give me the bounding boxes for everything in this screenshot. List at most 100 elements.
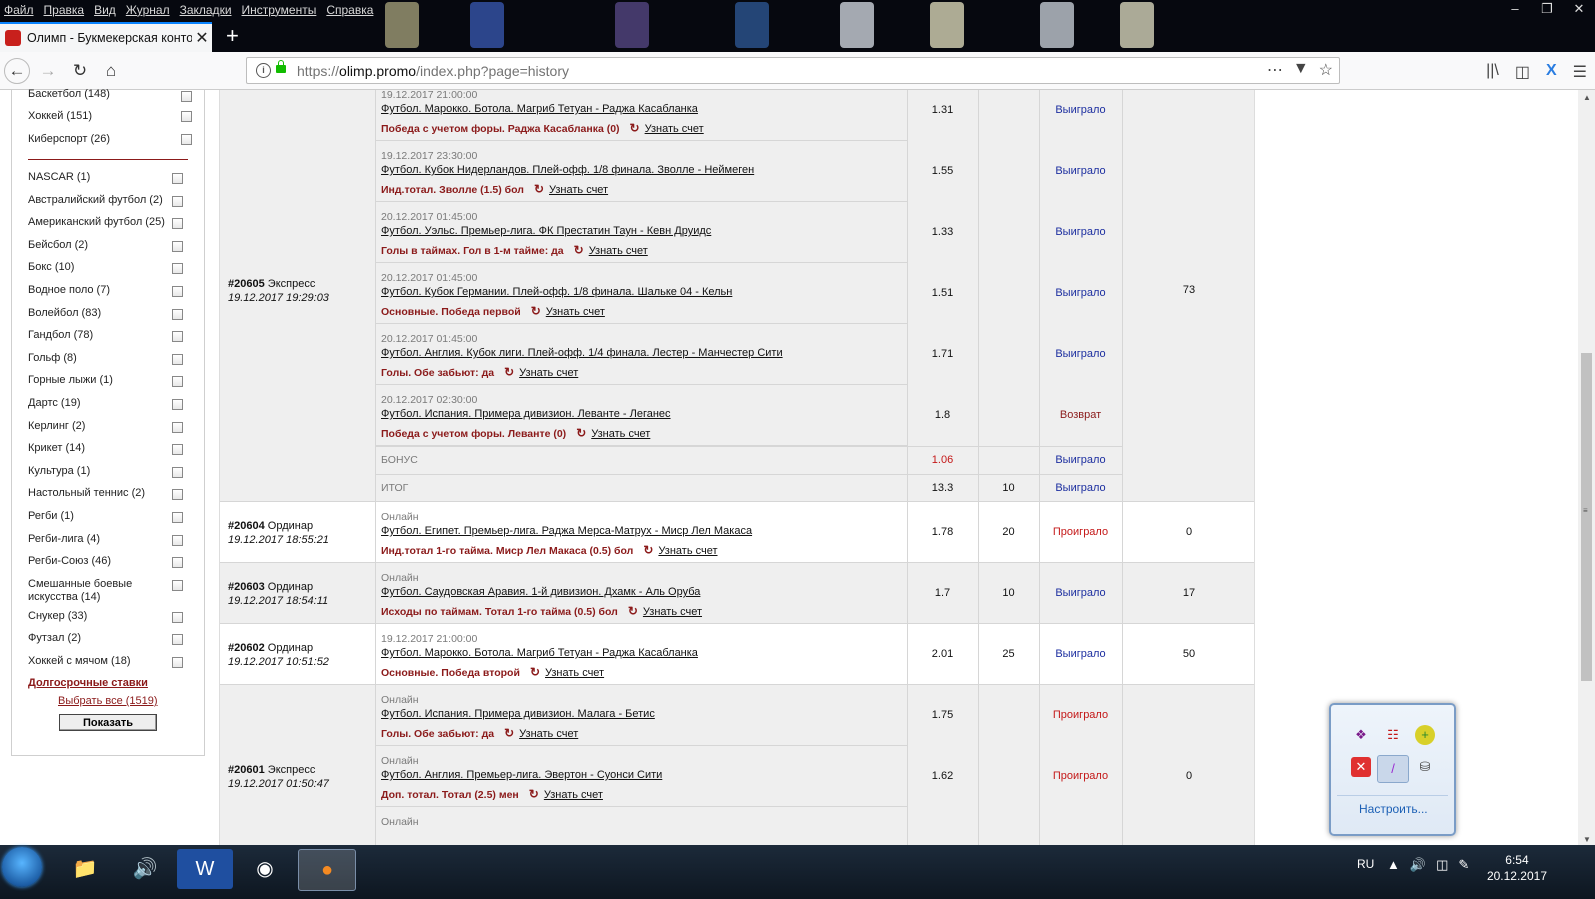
sport-filter-item[interactable]: Регби (1) [28,510,198,523]
close-window-icon[interactable]: ✕ [1563,0,1595,18]
menu-history[interactable]: Журнал [122,0,176,20]
menu-file[interactable]: Файл [0,0,40,20]
sport-checkbox[interactable] [172,444,183,456]
antivirus-tray-icon[interactable]: ✕ [1351,757,1371,777]
word-app-icon[interactable]: W [177,849,233,889]
pen-tray-icon[interactable]: / [1377,755,1409,783]
menu-bookmarks[interactable]: Закладки [176,0,238,20]
get-score-link[interactable]: ↻ Узнать счет [529,787,603,801]
sport-filter-item[interactable]: Баскетбол (148) [28,88,198,102]
long-term-bets-link[interactable]: Долгосрочные ставки [28,677,148,689]
menu-help[interactable]: Справка [322,0,379,20]
network-icon[interactable]: ◫ [1436,857,1448,873]
event-title-link[interactable]: Футбол. Марокко. Ботола. Магриб Тетуан -… [381,647,698,659]
sport-filter-item[interactable]: Волейбол (83) [28,307,198,320]
sport-checkbox[interactable] [172,557,183,569]
sidebar-toggle-icon[interactable]: ◫ [1515,62,1530,82]
sport-checkbox[interactable] [172,195,183,207]
sport-checkbox[interactable] [172,376,183,388]
sport-checkbox[interactable] [172,611,183,623]
back-arrow-icon[interactable]: ← [4,58,30,84]
forward-arrow-icon[interactable]: → [35,58,61,84]
event-title-link[interactable]: Футбол. Уэльс. Премьер-лига. ФК Престати… [381,225,711,237]
get-score-link[interactable]: ↻ Узнать счет [630,121,704,135]
sport-filter-item[interactable]: Керлинг (2) [28,420,198,433]
show-button[interactable]: Показать [59,714,157,731]
sport-filter-item[interactable]: Смешанные боевые искусства (14) [28,578,183,604]
get-score-link[interactable]: ↻ Узнать счет [530,665,604,679]
extension-x-icon[interactable]: X [1546,62,1557,82]
sport-checkbox[interactable] [172,286,183,297]
sport-checkbox[interactable] [172,512,183,523]
event-title-link[interactable]: Футбол. Испания. Примера дивизион. Малаг… [381,708,655,720]
sport-filter-item[interactable]: Водное поло (7) [28,284,198,297]
pocket-icon[interactable]: ▼ [1293,60,1309,80]
sport-filter-item[interactable]: Культура (1) [28,465,198,478]
sport-checkbox[interactable] [172,173,183,184]
bookmark-star-icon[interactable]: ☆ [1319,60,1333,80]
sport-filter-item[interactable]: Австралийский футбол (2) [28,194,198,207]
scroll-down-icon[interactable]: ▼ [1583,835,1591,844]
url-text[interactable]: https://olimp.promo/index.php?page=histo… [297,63,569,79]
event-title-link[interactable]: Футбол. Испания. Примера дивизион. Леван… [381,408,671,420]
tab-close-icon[interactable]: ✕ [192,28,212,48]
show-hidden-icons-icon[interactable]: ▲ [1387,857,1400,873]
restore-icon[interactable]: ❐ [1531,0,1563,18]
minimize-icon[interactable]: – [1499,0,1531,18]
sport-filter-item[interactable]: Бейсбол (2) [28,239,198,252]
page-actions-icon[interactable]: ⋯ [1267,60,1283,80]
address-bar[interactable]: i https://olimp.promo/index.php?page=his… [246,57,1340,84]
sport-filter-item[interactable]: Бокс (10) [28,261,198,275]
explorer-app-icon[interactable]: 📁 [57,849,113,889]
language-indicator[interactable]: RU [1357,857,1374,871]
scrollbar-thumb[interactable] [1581,353,1592,681]
app-tray-icon[interactable]: ❖ [1351,725,1371,745]
sport-filter-item[interactable]: Хоккей (151) [28,110,198,123]
device-tray-icon[interactable]: ⛁ [1415,757,1435,777]
sport-filter-item[interactable]: Снукер (33) [28,610,198,623]
sport-checkbox[interactable] [172,579,183,591]
network-tray-icon[interactable]: ☷ [1383,725,1403,745]
start-button[interactable] [2,847,42,887]
sport-filter-item[interactable]: Американский футбол (25) [28,216,198,230]
configure-link[interactable]: Настроить... [1359,802,1428,816]
volume-icon[interactable]: 🔊 [1410,857,1426,873]
sport-checkbox[interactable] [172,240,183,252]
sport-filter-item[interactable]: Хоккей с мячом (18) [28,655,198,668]
sport-filter-item[interactable]: Гандбол (78) [28,329,198,343]
sport-checkbox[interactable] [181,91,192,102]
sport-checkbox[interactable] [172,534,183,546]
sport-filter-item[interactable]: Регби-лига (4) [28,533,198,546]
sport-checkbox[interactable] [172,466,183,478]
event-title-link[interactable]: Футбол. Англия. Кубок лиги. Плей-офф. 1/… [381,347,783,359]
sport-checkbox[interactable] [172,399,183,410]
sport-checkbox[interactable] [181,111,192,122]
event-title-link[interactable]: Футбол. Саудовская Аравия. 1-й дивизион.… [381,586,700,598]
get-score-link[interactable]: ↻ Узнать счет [534,182,608,196]
library-icon[interactable]: ||\ [1486,62,1499,82]
sport-filter-item[interactable]: Настольный теннис (2) [28,487,198,501]
sport-checkbox[interactable] [172,421,183,433]
scroll-up-icon[interactable]: ▲ [1583,93,1591,102]
event-title-link[interactable]: Футбол. Кубок Нидерландов. Плей-офф. 1/8… [381,164,754,176]
hamburger-menu-icon[interactable]: ☰ [1573,62,1587,82]
get-score-link[interactable]: ↻ Узнать счет [504,726,578,740]
sport-filter-item[interactable]: Крикет (14) [28,442,198,456]
sport-checkbox[interactable] [181,134,192,145]
get-score-link[interactable]: ↻ Узнать счет [628,604,702,618]
menu-tools[interactable]: Инструменты [238,0,323,20]
pen-icon[interactable]: ✎ [1458,857,1469,873]
menu-view[interactable]: Вид [90,0,122,20]
event-title-link[interactable]: Футбол. Марокко. Ботола. Магриб Тетуан -… [381,103,698,115]
sport-filter-item[interactable]: Гольф (8) [28,352,198,365]
sport-filter-item[interactable]: Футзал (2) [28,632,198,646]
sport-checkbox[interactable] [172,353,183,365]
sport-filter-item[interactable]: NASCAR (1) [28,171,198,184]
firefox-app-icon[interactable]: ● [298,849,356,891]
get-score-link[interactable]: ↻ Узнать счет [531,304,605,318]
site-info-icon[interactable]: i [256,63,271,78]
get-score-link[interactable]: ↻ Узнать счет [504,365,578,379]
event-title-link[interactable]: Футбол. Кубок Германии. Плей-офф. 1/8 фи… [381,286,732,298]
sport-filter-item[interactable]: Горные лыжи (1) [28,374,198,388]
get-score-link[interactable]: ↻ Узнать счет [576,426,650,440]
